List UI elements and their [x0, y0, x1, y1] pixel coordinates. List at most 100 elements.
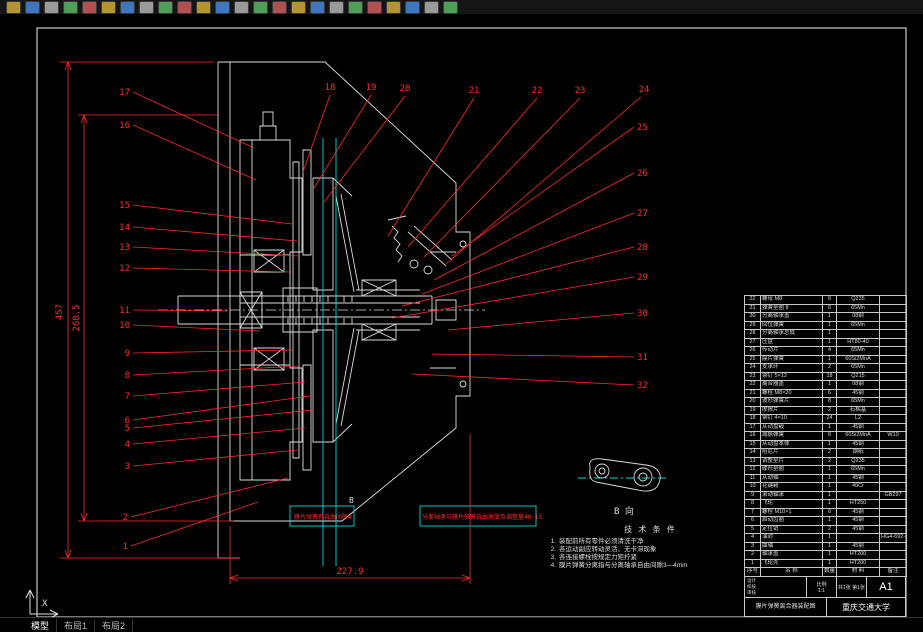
dimension-total-height: 457 [55, 304, 65, 320]
part-callout: 1 [123, 542, 128, 552]
tab-model[interactable]: 模型 [24, 618, 58, 632]
copy-icon[interactable] [139, 1, 154, 14]
drawing-title: 膜片弹簧离合器装配图 [745, 598, 827, 616]
part-callout: 27 [637, 209, 648, 219]
tech-note-item: 1. 装配前所有零件必须清洗干净 [550, 538, 644, 545]
part-callout: 32 [637, 381, 648, 391]
color-control-icon[interactable] [329, 1, 344, 14]
school-name: 重庆交通大学 [842, 602, 890, 612]
table-row: 4油封1HG4-692-67 [744, 533, 907, 543]
table-row: 1 飞轮壳 1 HT200 [744, 558, 907, 568]
sheet-count-cell: 共1张 第1张 [837, 577, 867, 597]
table-row: 28 分离轴承总成 1 [744, 329, 907, 339]
table-row: 18 铆钉 4×10 24 L2 [744, 414, 907, 424]
undo-icon[interactable] [196, 1, 211, 14]
paste-icon[interactable] [158, 1, 173, 14]
part-callout: 31 [637, 353, 648, 363]
part-callout: 25 [637, 123, 648, 133]
part-callout: 9 [125, 349, 130, 359]
callout-numbers: 1 2 3 4 5 6 7 8 9 10 11 12 13 14 15 16 1… [119, 83, 649, 552]
part-callout: 23 [575, 86, 586, 96]
cyan-construction-lines [289, 138, 668, 566]
part-callout: 15 [119, 201, 130, 211]
part-callout: 2 [123, 513, 128, 523]
ucs-x-axis-label: X [42, 599, 48, 609]
table-row: 8 飞轮 1 HT250 [744, 499, 907, 509]
part-callout: 6 [125, 416, 130, 426]
audit-label: 审核 [747, 590, 756, 595]
table-row: 3 曲轴 1 45钢 [744, 541, 907, 551]
adjustment-note: 分离轴承与膜片弹簧自由高度及调整量40-15 [422, 513, 542, 521]
view-direction-arrow-label: B [349, 496, 354, 505]
status-bar: 模型 布局1 布局2 [0, 617, 923, 632]
table-row: 15 从动盘本体 1 45钢 [744, 439, 907, 449]
table-row: 26 传动片 4 65Mn [744, 346, 907, 356]
help-icon[interactable] [443, 1, 458, 14]
text-style-icon[interactable] [386, 1, 401, 14]
part-callout: 13 [119, 243, 130, 253]
dimension-style-icon[interactable] [405, 1, 420, 14]
table-row: 16 减振弹簧 6 60Si2MnA W10 [744, 431, 907, 441]
table-row: 10 花键毂 1 40Cr [744, 482, 907, 492]
linetype-control-icon[interactable] [348, 1, 363, 14]
publish-icon[interactable] [101, 1, 116, 14]
plot-icon[interactable] [63, 1, 78, 14]
save-icon[interactable] [44, 1, 59, 14]
tab-layout1[interactable]: 布局1 [57, 618, 96, 632]
zoom-previous-icon[interactable] [272, 1, 287, 14]
redo-icon[interactable] [215, 1, 230, 14]
table-row: 22 离合器盖 1 08钢 [744, 380, 907, 390]
table-row: 9 滚动轴承 1 GB297 [744, 490, 907, 500]
table-row: 25 膜片弹簧 1 60Si2MnA [744, 354, 907, 364]
toolbar [0, 0, 923, 14]
tab-layout2[interactable]: 布局2 [95, 618, 134, 632]
bom-table: 32 螺母 M8 6 Q235 31 弹簧垫圈 8 6 65Mn 30 分离轴承盖 1 08钢 29 回位… [744, 295, 907, 577]
table-row: 2 轴承盖 1 HT200 [744, 550, 907, 560]
layout-tabs: 模型 布局1 布局2 [24, 618, 134, 632]
tech-note-item: 2. 各运动副应转动灵活、无卡滞现象 [550, 546, 657, 553]
part-callout: 17 [119, 88, 130, 98]
dimension-texts: 457 268.5 227.9 [55, 304, 364, 577]
tech-notes-list: 1. 装配前所有零件必须清洗干净 2. 各运动副应转动灵活、无卡滞现象 3. 各连接螺栓按… [548, 538, 753, 570]
pan-icon[interactable] [234, 1, 249, 14]
part-callout: 8 [125, 371, 130, 381]
table-row: 31 弹簧垫圈 8 6 65Mn [744, 303, 907, 313]
table-row: 11 从动轴 1 45钢 [744, 473, 907, 483]
table-row: 24 支承环 2 65Mn [744, 363, 907, 373]
part-callout: 22 [532, 86, 543, 96]
detail-view-label: B 向 [614, 505, 634, 517]
part-callout: 26 [637, 169, 648, 179]
table-row: 6 启动齿圈 1 45钢 [744, 516, 907, 526]
tech-note-item: 4. 膜片弹簧分离指与分离轴承自由间隙3—4mm [550, 562, 688, 569]
part-callout: 28 [637, 243, 648, 253]
dimension-inner-height: 268.5 [72, 304, 82, 331]
detail-view-b [589, 458, 661, 492]
zoom-window-icon[interactable] [253, 1, 268, 14]
cut-icon[interactable] [120, 1, 135, 14]
bom-header-row: 序号名 称数量材 料备注 [744, 567, 907, 577]
parts-list: 32 螺母 M8 6 Q235 31 弹簧垫圈 8 6 65Mn 30 分离轴承盖 1 08钢 29 回位… [744, 295, 907, 577]
part-callout: 29 [637, 273, 648, 283]
table-row: 13 调整垫片 2 Q235 [744, 456, 907, 466]
new-file-icon[interactable] [6, 1, 21, 14]
open-file-icon[interactable] [25, 1, 40, 14]
part-callout: 4 [125, 440, 130, 450]
table-row: 23 铆钉 5×12 18 Q215 [744, 371, 907, 381]
part-callout: 20 [400, 84, 411, 94]
tech-note-item: 3. 各连接螺栓按规定力矩拧紧 [550, 554, 637, 561]
match-properties-icon[interactable] [177, 1, 192, 14]
table-row: 29 回位弹簧 1 65Mn [744, 320, 907, 330]
print-preview-icon[interactable] [82, 1, 97, 14]
cad-application-window: B 向 B 457 268.5 227.9 1 2 3 4 5 6 7 8 9 [0, 0, 923, 632]
layer-properties-icon[interactable] [310, 1, 325, 14]
table-style-icon[interactable] [424, 1, 439, 14]
bom-body: 32 螺母 M8 6 Q235 31 弹簧垫圈 8 6 65Mn 30 分离轴承盖 1 08钢 29 回位… [744, 295, 907, 577]
scale-cell: 比例 1:1 [807, 577, 837, 597]
table-row: 20 波形弹簧片 8 65Mn [744, 397, 907, 407]
part-callout: 11 [119, 306, 130, 316]
title-block: 设计 校核 审核 比例 1:1 共1张 第1张 A1 膜片弹簧离合器装配图 重庆… [744, 576, 906, 617]
lineweight-control-icon[interactable] [367, 1, 382, 14]
layer-icon[interactable] [291, 1, 306, 14]
part-callout: 30 [637, 309, 648, 319]
table-row: 19 摩擦片 2 石棉基 [744, 405, 907, 415]
